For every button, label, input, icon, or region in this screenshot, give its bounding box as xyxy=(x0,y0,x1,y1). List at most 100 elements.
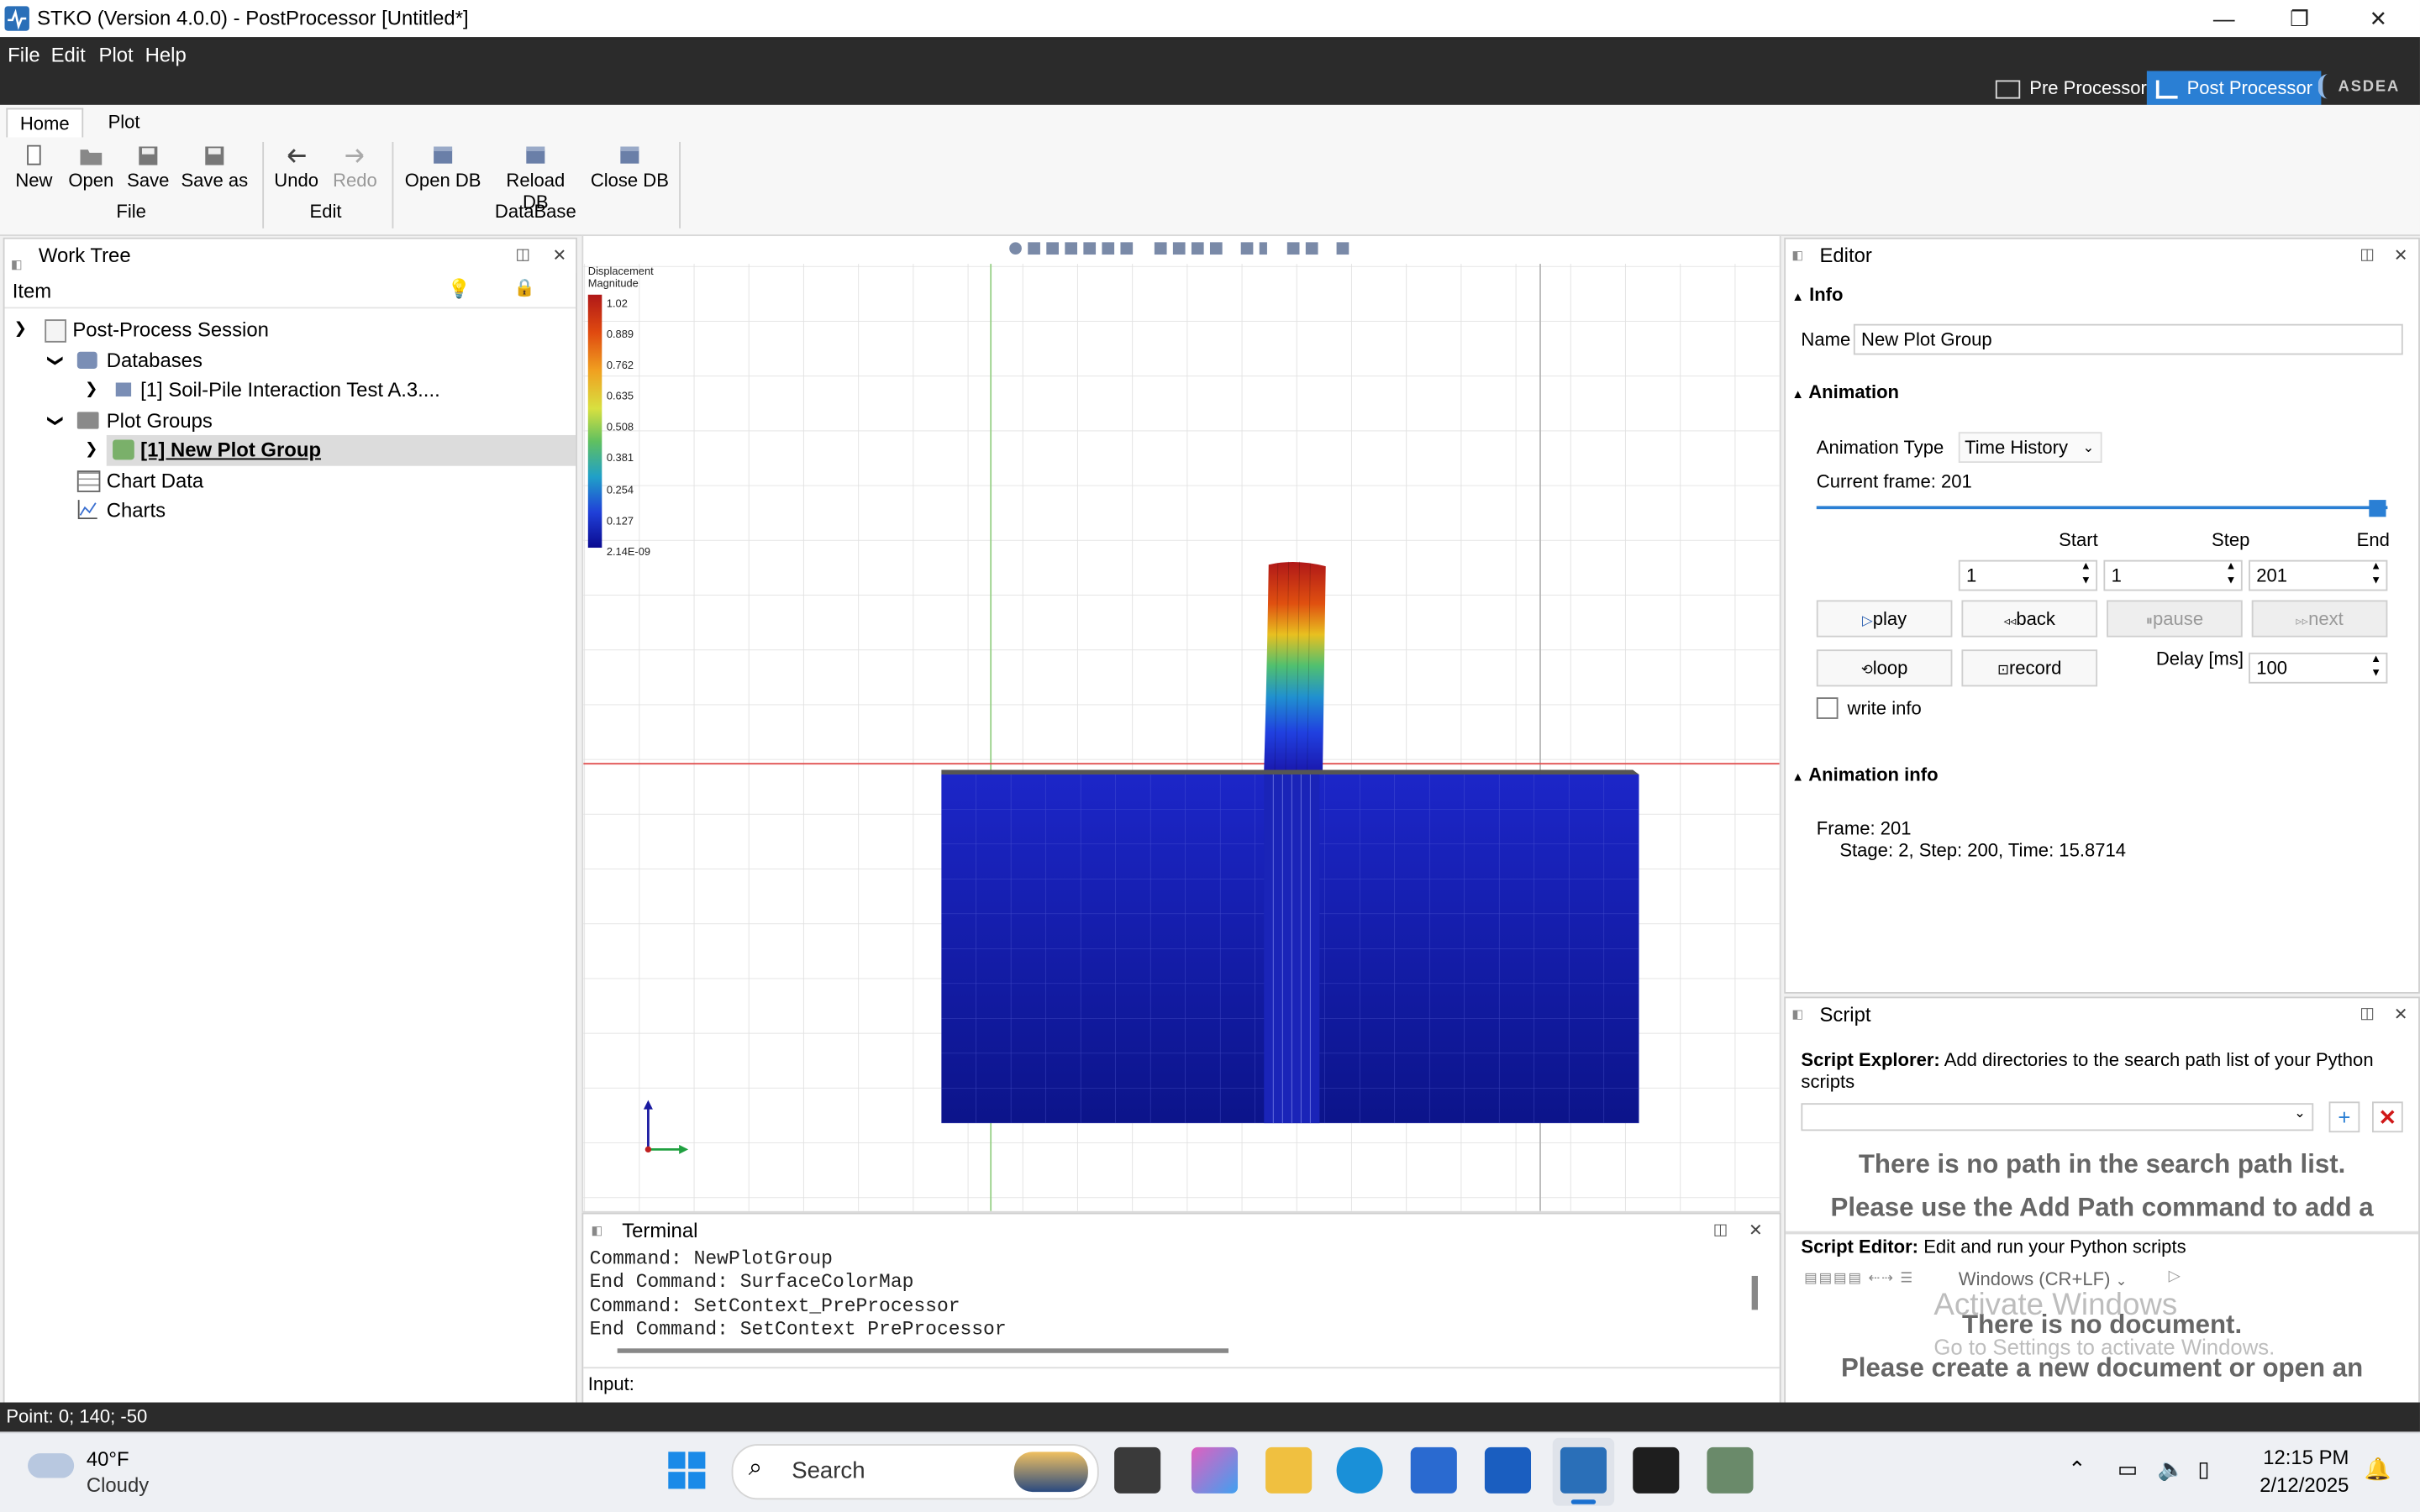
edge-browser-icon[interactable] xyxy=(1336,1446,1383,1494)
spin-arrows-icon[interactable]: ▲ ▼ xyxy=(2370,560,2381,588)
pause-button[interactable]: ⏸pause xyxy=(2107,600,2243,638)
frame-slider[interactable] xyxy=(1816,506,2388,510)
close-panel-icon[interactable]: ✕ xyxy=(2394,998,2408,1032)
record-button[interactable]: ⊡record xyxy=(1961,649,2098,687)
tree-item-database-1[interactable]: ❯ [1] Soil-Pile Interaction Test A.3.... xyxy=(5,375,570,405)
lock-column-icon[interactable]: 🔒 xyxy=(514,278,535,297)
spin-arrows-icon[interactable]: ▲ ▼ xyxy=(2226,560,2237,588)
taskbar-clock[interactable]: 12:15 PM 2/12/2025 xyxy=(2241,1444,2349,1499)
animation-info-section-header[interactable]: ▲ Animation info xyxy=(1791,764,1938,785)
chevron-down-icon[interactable]: ❯ xyxy=(14,315,27,345)
run-script-icon[interactable]: ▷ xyxy=(2169,1268,2181,1285)
loop-button[interactable]: ⟲loop xyxy=(1816,649,1953,687)
save-all-script-icon[interactable]: ▤ xyxy=(1849,1270,1863,1285)
tree-item-chart-data[interactable]: Chart Data xyxy=(5,465,570,496)
zoom-fit-icon[interactable] xyxy=(1009,242,1022,255)
open-db-button[interactable]: Open DB xyxy=(404,142,481,192)
redo-button[interactable]: Redo xyxy=(330,142,380,192)
play-button[interactable]: ▷play xyxy=(1816,600,1953,638)
view-front-icon[interactable] xyxy=(1028,242,1040,255)
open-button[interactable]: Open xyxy=(65,142,117,192)
tab-home[interactable]: Home xyxy=(6,108,84,138)
spin-arrows-icon[interactable]: ▲ ▼ xyxy=(2370,653,2381,680)
animation-section-header[interactable]: ▲ Animation xyxy=(1791,381,1899,403)
terminal-app-icon[interactable] xyxy=(1633,1446,1680,1494)
windows-start-icon[interactable] xyxy=(666,1450,707,1490)
notification-bell-icon[interactable]: 🔔 xyxy=(2365,1457,2391,1483)
save-button[interactable]: Save xyxy=(125,142,171,192)
tree-item-charts[interactable]: Charts xyxy=(5,496,570,526)
new-script-icon[interactable]: ▤ xyxy=(1804,1270,1818,1285)
chevron-right-icon[interactable]: ❯ xyxy=(85,435,97,465)
chevron-down-icon[interactable]: ❯ xyxy=(39,354,70,366)
undo-button[interactable]: Undo xyxy=(271,142,321,192)
view-left-icon[interactable] xyxy=(1065,242,1078,255)
undo-script-icon[interactable]: ⇠ xyxy=(1868,1270,1881,1285)
restore-button[interactable]: ❐ xyxy=(2263,0,2337,37)
battery-icon[interactable]: ▯ xyxy=(2197,1457,2209,1483)
view-settings-icon[interactable] xyxy=(1336,242,1349,255)
wireframe-icon[interactable] xyxy=(1154,242,1167,255)
end-spinbox[interactable]: 201 ▲ ▼ xyxy=(2249,559,2388,591)
shaded-edges-icon[interactable] xyxy=(1191,242,1204,255)
menu-help[interactable]: Help xyxy=(145,43,187,66)
line-ending-select[interactable]: Windows (CR+LF) ⌄ xyxy=(1959,1268,2128,1290)
frame-slider-handle[interactable] xyxy=(2369,500,2386,517)
show-hidden-icons-chevron-icon[interactable]: ⌃ xyxy=(2068,1457,2086,1483)
menu-file[interactable]: File xyxy=(8,43,39,66)
terminal-input[interactable] xyxy=(642,1369,1769,1399)
taskbar-search[interactable]: ⌕ Search xyxy=(731,1444,1099,1500)
zoom-region-icon[interactable] xyxy=(1286,242,1300,255)
volume-icon[interactable]: 🔈 xyxy=(2158,1457,2185,1483)
view-back-icon[interactable] xyxy=(1046,242,1059,255)
menu-plot[interactable]: Plot xyxy=(99,43,134,66)
copilot-icon[interactable] xyxy=(1191,1446,1239,1494)
tree-item-plot-groups[interactable]: ❯ Plot Groups xyxy=(5,405,570,435)
post-processor-tab[interactable]: Post Processor xyxy=(2146,71,2323,105)
close-window-button[interactable]: ✕ xyxy=(2341,0,2415,37)
stko-taskbar-button[interactable] xyxy=(1552,1437,1615,1506)
close-panel-icon[interactable]: ✕ xyxy=(1749,1214,1763,1247)
close-db-button[interactable]: Close DB xyxy=(590,142,671,192)
float-panel-icon[interactable]: ◫ xyxy=(515,239,529,273)
zoom-icon[interactable] xyxy=(1305,242,1318,255)
terminal-vscrollbar[interactable] xyxy=(1751,1275,1759,1310)
shaded-icon[interactable] xyxy=(1172,242,1186,255)
terminal-output[interactable]: Command: NewPlotGroup End Command: Surfa… xyxy=(590,1248,1007,1342)
float-panel-icon[interactable]: ◫ xyxy=(2360,239,2374,273)
outlook-icon[interactable] xyxy=(1484,1446,1532,1494)
save-script-icon[interactable]: ▤ xyxy=(1833,1270,1848,1285)
chevron-right-icon[interactable]: ❯ xyxy=(85,375,97,405)
tab-plot[interactable]: Plot xyxy=(96,108,152,136)
visibility-bulb-icon[interactable]: 💡 xyxy=(448,278,471,300)
menu-edit[interactable]: Edit xyxy=(51,43,86,66)
tree-item-post-process-session[interactable]: ❯ Post-Process Session xyxy=(5,315,570,345)
minimize-button[interactable]: — xyxy=(2187,0,2261,37)
search-path-select[interactable]: ⌄ xyxy=(1801,1103,2314,1131)
chevron-down-icon[interactable]: ❯ xyxy=(39,413,70,426)
back-button[interactable]: ◃◃back xyxy=(1961,600,2098,638)
3d-viewport[interactable]: Displacement Magnitude 1.02 0.889 0.762 … xyxy=(581,234,1781,1213)
task-view-icon[interactable] xyxy=(1114,1446,1161,1494)
float-panel-icon[interactable]: ◫ xyxy=(2360,998,2374,1032)
start-spinbox[interactable]: 1 ▲ ▼ xyxy=(1958,559,2098,591)
network-icon[interactable]: ▭ xyxy=(2118,1457,2138,1483)
close-panel-icon[interactable]: ✕ xyxy=(553,239,567,273)
view-bottom-icon[interactable] xyxy=(1120,242,1134,255)
file-explorer-icon[interactable] xyxy=(1265,1446,1313,1494)
delay-spinbox[interactable]: 100 ▲ ▼ xyxy=(2249,652,2388,684)
close-panel-icon[interactable]: ✕ xyxy=(2394,239,2408,273)
tree-item-databases[interactable]: ❯ Databases xyxy=(5,345,570,375)
name-field[interactable]: New Plot Group xyxy=(1853,323,2403,355)
pre-processor-tab[interactable]: Pre Processor xyxy=(1986,71,2156,104)
add-path-button[interactable]: + xyxy=(2328,1101,2360,1133)
step-spinbox[interactable]: 1 ▲ ▼ xyxy=(2103,559,2243,591)
info-section-header[interactable]: ▲ Info xyxy=(1791,284,1843,306)
animation-type-select[interactable]: Time History ⌄ xyxy=(1958,432,2102,464)
orthographic-icon[interactable] xyxy=(1259,242,1267,255)
store-icon[interactable] xyxy=(1410,1446,1457,1494)
write-info-checkbox[interactable] xyxy=(1816,697,1839,719)
terminal-hscrollbar[interactable] xyxy=(617,1348,1229,1353)
view-right-icon[interactable] xyxy=(1083,242,1097,255)
tree-item-new-plot-group[interactable]: [1] New Plot Group xyxy=(106,434,576,465)
